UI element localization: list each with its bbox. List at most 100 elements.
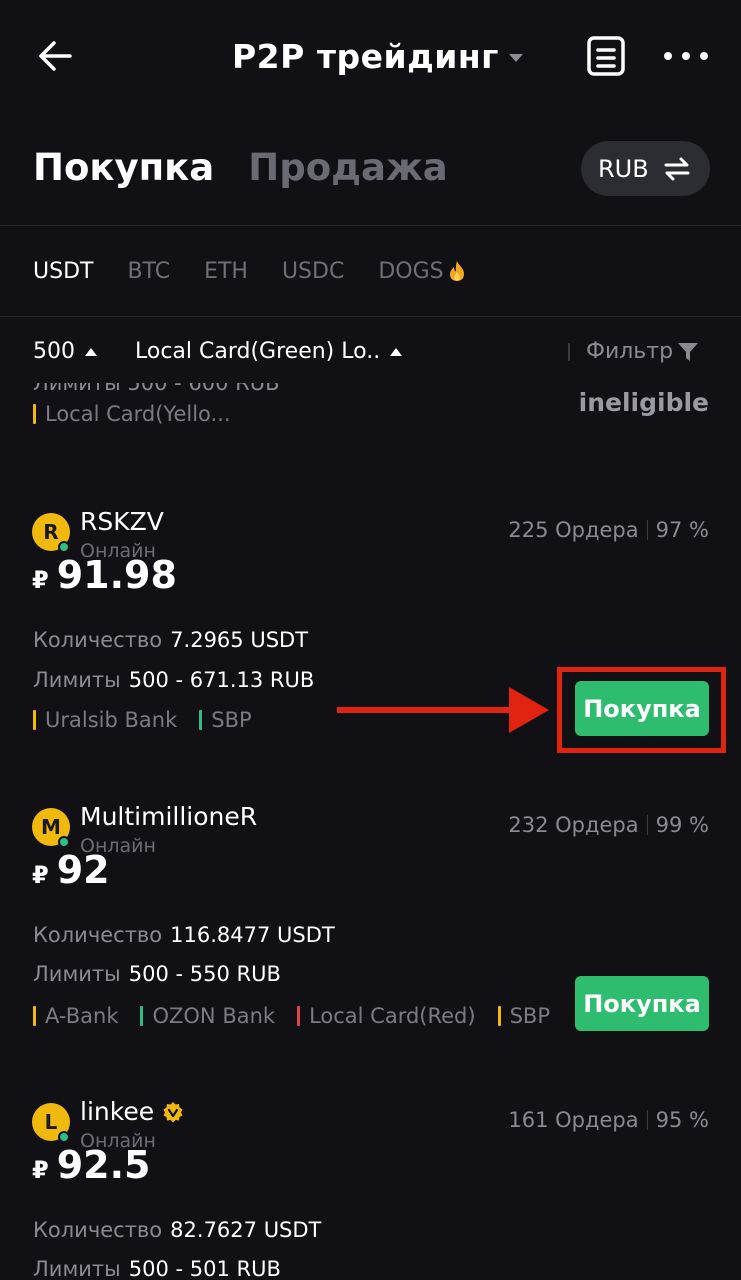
filter-icon [678, 342, 699, 361]
limits-row: Лимиты 500 - 671.13 RUB [33, 668, 314, 692]
trade-tabs: Покупка Продажа [33, 142, 448, 192]
payment-method-tag: SBP [199, 708, 252, 732]
quantity-row: Количество 7.2965 USDT [33, 628, 308, 652]
separator [646, 815, 648, 835]
limits-value: 500 - 501 RUB [128, 1257, 281, 1280]
limits-label: Лимиты [33, 1257, 121, 1280]
orders-button[interactable] [586, 36, 626, 76]
offer-card: L linkee Онлайн 161 Ордера 95 % ₽ 92.5 К… [0, 1097, 741, 1280]
payment-method-tag: SBP [497, 1004, 550, 1028]
payment-method-label: Local Card(Red) [309, 1004, 476, 1028]
quantity-row: Количество 82.7627 USDT [33, 1218, 321, 1242]
price-value: 91.98 [56, 553, 177, 597]
quantity-label: Количество [33, 1218, 163, 1242]
quantity-value: 116.8477 USDT [170, 923, 335, 947]
divider [0, 316, 741, 317]
tab-usdc[interactable]: USDC [282, 259, 344, 284]
online-indicator [58, 541, 70, 553]
merchant-stats: 161 Ордера 95 % [508, 1108, 709, 1132]
limits-row: Лимиты 500 - 501 RUB [33, 1257, 281, 1280]
caret-up-icon [390, 347, 403, 356]
amount-filter[interactable]: 500 [33, 339, 97, 364]
price: ₽ 92 [32, 848, 110, 892]
filter-button[interactable]: Фильтр [586, 339, 699, 364]
caret-up-icon [85, 347, 97, 356]
more-icon [664, 52, 672, 60]
limits-text: Лимиты 500 - 600 RUB [33, 383, 280, 395]
tab-dogs-label: DOGS [378, 258, 444, 284]
tab-dogs[interactable]: DOGS [378, 259, 465, 284]
tab-usdt[interactable]: USDT [33, 259, 93, 284]
payment-methods: Local Card(Yello... [33, 400, 253, 428]
payment-method-filter-label: Local Card(Green) Lo.. [135, 339, 381, 364]
payment-color-bar [297, 1006, 301, 1026]
title-dropdown[interactable]: P2P трейдинг [232, 36, 523, 76]
verified-icon [163, 1101, 183, 1122]
tab-buy[interactable]: Покупка [33, 146, 214, 189]
payment-method-label: OZON Bank [152, 1004, 276, 1028]
merchant-name[interactable]: linkee [80, 1097, 184, 1126]
online-indicator [58, 1131, 70, 1143]
payment-method-tag: OZON Bank [140, 1004, 275, 1028]
filter-label: Фильтр [586, 339, 674, 364]
chevron-down-icon [508, 54, 523, 62]
price-value: 92.5 [56, 1143, 151, 1187]
offer-list[interactable]: Лимиты 500 - 600 RUB Local Card(Yello...… [0, 383, 741, 1280]
tab-sell[interactable]: Продажа [248, 146, 448, 189]
price: ₽ 92.5 [32, 1143, 150, 1187]
payment-methods: Uralsib Bank SBP [33, 706, 274, 734]
payment-method-label: SBP [211, 708, 252, 732]
payment-method-filter[interactable]: Local Card(Green) Lo.. [135, 339, 403, 364]
merchant-name-label: RSKZV [80, 507, 164, 536]
online-indicator [58, 836, 70, 848]
divider [0, 225, 741, 226]
merchant-name[interactable]: MultimillioneR [80, 802, 257, 831]
separator [646, 520, 648, 540]
limits-label: Лимиты [33, 668, 121, 692]
merchant-stats: 225 Ордера 97 % [508, 518, 709, 542]
quantity-row: Количество 116.8477 USDT [33, 923, 335, 947]
more-button[interactable] [664, 44, 708, 68]
currency-symbol: ₽ [32, 1156, 49, 1184]
merchant-name-label: MultimillioneR [80, 802, 258, 831]
buy-button[interactable]: Покупка [575, 976, 709, 1031]
arrow-left-icon [39, 41, 72, 71]
ineligible-label: ineligible [578, 388, 709, 417]
coin-tabs: USDT BTC ETH USDC DOGS [33, 254, 500, 288]
completion-rate: 97 % [655, 518, 709, 542]
limits-label: Лимиты [33, 962, 121, 986]
page-title: P2P трейдинг [232, 36, 499, 76]
currency-switch-button[interactable]: RUB [581, 141, 710, 196]
offer-card: M MultimillioneR Онлайн 232 Ордера 99 % … [0, 802, 741, 1058]
merchant-name[interactable]: RSKZV [80, 507, 164, 536]
payment-method-tag: Local Card(Red) [297, 1004, 476, 1028]
offer-card: Лимиты 500 - 600 RUB Local Card(Yello...… [0, 383, 741, 451]
merchant-stats: 232 Ордера 99 % [508, 813, 709, 837]
limits-row: Лимиты 500 - 550 RUB [33, 962, 281, 986]
arrow-annotation [337, 687, 549, 733]
currency-label: RUB [598, 154, 649, 183]
separator [646, 1110, 648, 1130]
price-value: 92 [56, 848, 110, 892]
orders-count: 225 Ордера [508, 518, 639, 542]
payment-color-bar [33, 404, 36, 424]
filter-bar: 500 Local Card(Green) Lo.. Фильтр [0, 333, 741, 373]
top-bar: P2P трейдинг [0, 0, 741, 112]
completion-rate: 95 % [655, 1108, 709, 1132]
payment-method-label: Local Card(Yello... [45, 402, 231, 426]
payment-method-label: A-Bank [45, 1004, 119, 1028]
highlight-annotation [557, 667, 726, 753]
quantity-label: Количество [33, 923, 163, 947]
payment-method-tag: Uralsib Bank [33, 708, 177, 732]
limits-value: 500 - 671.13 RUB [128, 668, 315, 692]
payment-color-bar [199, 710, 203, 730]
quantity-value: 82.7627 USDT [170, 1218, 322, 1242]
payment-method-tag: Local Card(Yello... [33, 402, 231, 426]
separator [568, 343, 570, 361]
currency-symbol: ₽ [32, 566, 49, 594]
back-button[interactable] [32, 34, 80, 78]
amount-filter-label: 500 [33, 339, 75, 364]
orders-count: 232 Ордера [508, 813, 639, 837]
tab-eth[interactable]: ETH [204, 259, 248, 284]
tab-btc[interactable]: BTC [127, 259, 170, 284]
